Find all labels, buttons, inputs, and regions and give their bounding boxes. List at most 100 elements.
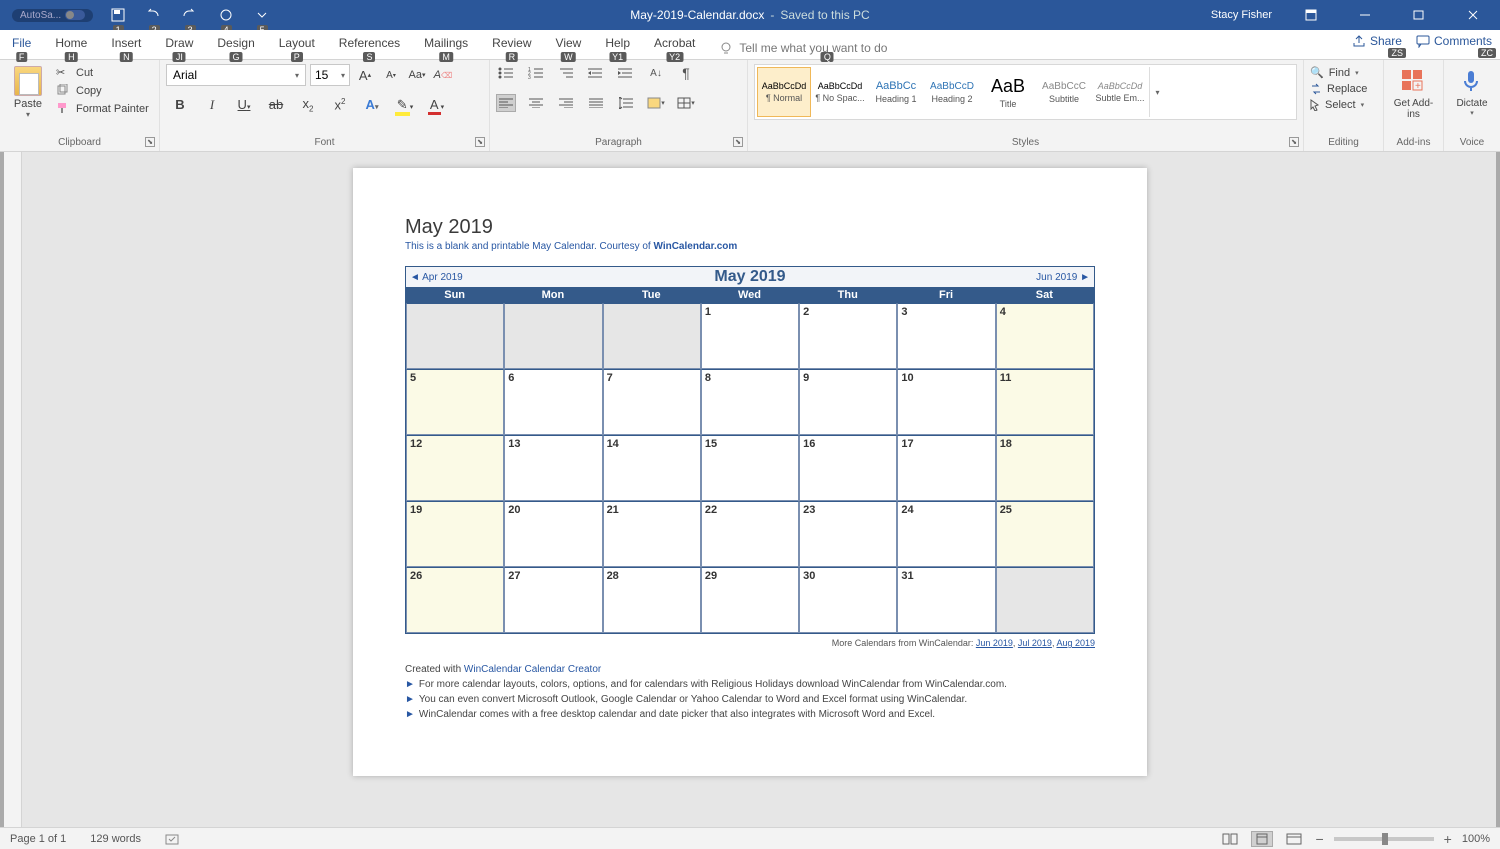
calendar-cell[interactable]: 4 <box>996 303 1094 369</box>
italic-button[interactable]: I <box>202 97 222 113</box>
style-heading-1[interactable]: AaBbCcHeading 1 <box>869 67 923 117</box>
style---no-spac---[interactable]: AaBbCcDd¶ No Spac... <box>813 67 867 117</box>
tab-mailings[interactable]: MailingsM <box>412 30 480 60</box>
tab-view[interactable]: ViewW <box>544 30 594 60</box>
zoom-slider[interactable] <box>1334 837 1434 841</box>
text-effects-button[interactable]: A▾ <box>362 97 382 112</box>
shading-button[interactable]: ▾ <box>646 94 666 112</box>
calendar-cell[interactable] <box>603 303 701 369</box>
calendar-cell[interactable]: 1 <box>701 303 799 369</box>
calendar-cell[interactable]: 21 <box>603 501 701 567</box>
style-subtle-em---[interactable]: AaBbCcDdSubtle Em... <box>1093 67 1147 117</box>
find-button[interactable]: 🔍Find▾ <box>1310 66 1377 79</box>
dialog-launcher[interactable]: ⬊ <box>145 137 155 147</box>
calendar-cell[interactable]: 13 <box>504 435 602 501</box>
calendar-cell[interactable]: 6 <box>504 369 602 435</box>
calendar-cell[interactable]: 19 <box>406 501 504 567</box>
slider-thumb[interactable] <box>1382 833 1388 845</box>
select-button[interactable]: Select▾ <box>1310 99 1377 111</box>
dialog-launcher[interactable]: ⬊ <box>733 137 743 147</box>
autosave-toggle[interactable]: AutoSa... <box>12 9 93 22</box>
wincalendar-link[interactable]: WinCalendar.com <box>653 241 737 252</box>
align-center-button[interactable] <box>526 94 546 112</box>
line-spacing-button[interactable] <box>616 94 636 112</box>
tab-draw[interactable]: DrawJI <box>153 30 205 60</box>
style-subtitle[interactable]: AaBbCcCSubtitle <box>1037 67 1091 117</box>
calendar-cell[interactable]: 23 <box>799 501 897 567</box>
tab-acrobat[interactable]: AcrobatY2 <box>642 30 707 60</box>
calendar-cell[interactable]: 2 <box>799 303 897 369</box>
styles-gallery[interactable]: AaBbCcDd¶ NormalAaBbCcDd¶ No Spac...AaBb… <box>754 64 1297 120</box>
calendar-cell[interactable]: 5 <box>406 369 504 435</box>
style-title[interactable]: AaBTitle <box>981 67 1035 117</box>
show-marks-button[interactable]: ¶ <box>676 64 696 82</box>
calendar-cell[interactable]: 9 <box>799 369 897 435</box>
more-cal-link[interactable]: Aug 2019 <box>1056 638 1095 648</box>
calendar-cell[interactable]: 25 <box>996 501 1094 567</box>
maximize-button[interactable] <box>1396 0 1442 30</box>
dialog-launcher[interactable]: ⬊ <box>1289 137 1299 147</box>
calendar-cell[interactable]: 14 <box>603 435 701 501</box>
tab-layout[interactable]: LayoutP <box>267 30 327 60</box>
grow-font-button[interactable]: A▴ <box>354 64 376 86</box>
clear-formatting-button[interactable]: A⌫ <box>432 64 454 86</box>
calendar-cell[interactable]: 11 <box>996 369 1094 435</box>
superscript-button[interactable]: x2 <box>330 97 350 112</box>
tab-help[interactable]: HelpY1 <box>593 30 642 60</box>
underline-button[interactable]: U▾ <box>234 97 254 112</box>
word-count[interactable]: 129 words <box>90 833 141 845</box>
highlight-button[interactable]: ✎▾ <box>394 97 414 113</box>
calendar-cell[interactable]: 3 <box>897 303 995 369</box>
spell-check-icon[interactable] <box>165 832 181 846</box>
font-color-button[interactable]: A▾ <box>426 97 446 112</box>
font-size-select[interactable]: 15▾ <box>310 64 350 86</box>
prev-month-link[interactable]: ◄ Apr 2019 <box>406 272 463 283</box>
get-addins-button[interactable]: + Get Add-ins <box>1390 64 1437 120</box>
change-case-button[interactable]: Aa▾ <box>406 64 428 86</box>
calendar-cell[interactable]: 7 <box>603 369 701 435</box>
bullets-button[interactable] <box>496 64 516 82</box>
calendar-cell[interactable]: 12 <box>406 435 504 501</box>
qat-item-5[interactable]: 5 <box>251 7 273 23</box>
tab-home[interactable]: HomeH <box>43 30 99 60</box>
calendar-cell[interactable]: 30 <box>799 567 897 633</box>
calendar-cell[interactable] <box>996 567 1094 633</box>
zoom-out-button[interactable]: − <box>1315 831 1323 847</box>
qat-undo[interactable]: 2 <box>143 7 165 23</box>
align-right-button[interactable] <box>556 94 576 112</box>
increase-indent-button[interactable] <box>616 64 636 82</box>
tab-references[interactable]: ReferencesS <box>327 30 412 60</box>
calendar-cell[interactable] <box>504 303 602 369</box>
cut-button[interactable]: ✂Cut <box>56 66 149 80</box>
bold-button[interactable]: B <box>170 97 190 112</box>
calendar-cell[interactable]: 24 <box>897 501 995 567</box>
user-name[interactable]: Stacy Fisher <box>1203 9 1280 21</box>
strikethrough-button[interactable]: ab <box>266 97 286 112</box>
numbering-button[interactable]: 123 <box>526 64 546 82</box>
zoom-level[interactable]: 100% <box>1462 833 1490 845</box>
calendar-cell[interactable]: 8 <box>701 369 799 435</box>
copy-button[interactable]: Copy <box>56 84 149 98</box>
creator-link[interactable]: WinCalendar Calendar Creator <box>464 664 601 675</box>
borders-button[interactable]: ▾ <box>676 94 696 112</box>
style-heading-2[interactable]: AaBbCcDHeading 2 <box>925 67 979 117</box>
align-left-button[interactable] <box>496 94 516 112</box>
comments-button[interactable]: Comments ZC <box>1416 34 1492 48</box>
ribbon-display-button[interactable] <box>1288 0 1334 30</box>
page-indicator[interactable]: Page 1 of 1 <box>10 833 66 845</box>
calendar-cell[interactable]: 10 <box>897 369 995 435</box>
read-mode-button[interactable] <box>1219 831 1241 847</box>
calendar-cell[interactable]: 29 <box>701 567 799 633</box>
tab-review[interactable]: ReviewR <box>480 30 543 60</box>
next-month-link[interactable]: Jun 2019 ► <box>1036 272 1094 283</box>
multilevel-button[interactable] <box>556 64 576 82</box>
qat-item-4[interactable]: 4 <box>215 7 237 23</box>
zoom-in-button[interactable]: + <box>1444 831 1452 847</box>
share-button[interactable]: Share ZS <box>1352 34 1402 48</box>
calendar-cell[interactable]: 31 <box>897 567 995 633</box>
calendar-cell[interactable]: 16 <box>799 435 897 501</box>
close-button[interactable] <box>1450 0 1496 30</box>
calendar-cell[interactable]: 15 <box>701 435 799 501</box>
more-cal-link[interactable]: Jul 2019 <box>1018 638 1052 648</box>
calendar-cell[interactable] <box>406 303 504 369</box>
